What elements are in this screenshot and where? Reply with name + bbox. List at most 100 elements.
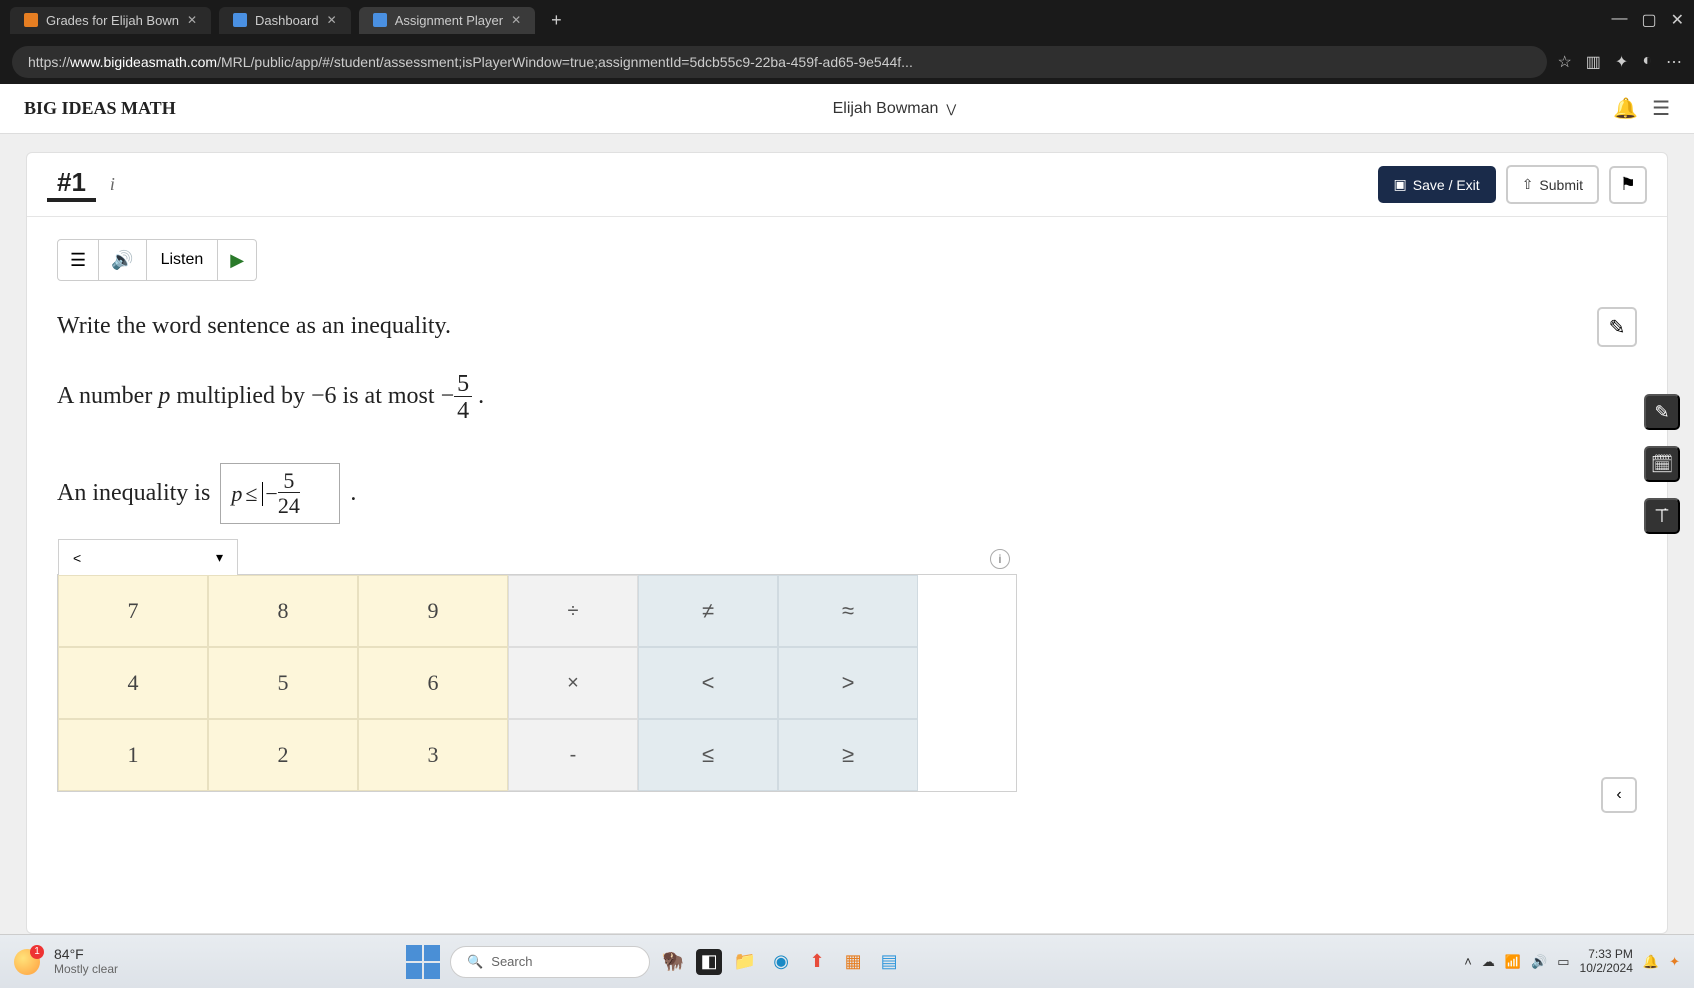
key-le[interactable]: ≤ [638, 719, 778, 791]
key-9[interactable]: 9 [358, 575, 508, 647]
key-5[interactable]: 5 [208, 647, 358, 719]
copilot-icon[interactable]: ✦ [1669, 954, 1680, 970]
tray-chevron-icon[interactable]: ˄ [1464, 954, 1472, 969]
fraction-denominator: 4 [454, 397, 472, 423]
browser-tab-assignment[interactable]: Assignment Player ✕ [359, 7, 535, 34]
flag-button[interactable]: ⚑ [1609, 166, 1647, 204]
key-ge[interactable]: ≥ [778, 719, 918, 791]
keypad-tab[interactable]: < ▾ [58, 539, 238, 575]
close-icon[interactable]: ✕ [327, 13, 337, 27]
battery-icon[interactable]: ▭ [1557, 954, 1569, 970]
key-1[interactable]: 1 [58, 719, 208, 791]
key-6[interactable]: 6 [358, 647, 508, 719]
fraction-denominator: 24 [278, 493, 300, 517]
edge-icon[interactable]: ◉ [768, 949, 794, 975]
taskbar-app-5[interactable]: ▤ [876, 949, 902, 975]
key-ne[interactable]: ≠ [638, 575, 778, 647]
info-icon[interactable]: i [110, 174, 115, 195]
listen-menu-button[interactable]: ☰ [57, 239, 99, 281]
side-tools: ✎ 🗓 ⊤̇ [1644, 394, 1680, 534]
listen-label: Listen [147, 239, 219, 281]
answer-variable: p [231, 483, 242, 505]
key-divide[interactable]: ÷ [508, 575, 638, 647]
search-placeholder: Search [491, 954, 532, 969]
key-lt[interactable]: < [638, 647, 778, 719]
weather-icon[interactable] [14, 949, 40, 975]
question-body: ☰ 🔊 Listen ▶ ✎ Write the word sentence a… [27, 217, 1667, 814]
save-exit-button[interactable]: ▣ Save / Exit [1378, 166, 1496, 203]
key-minus[interactable]: - [508, 719, 638, 791]
key-multiply[interactable]: × [508, 647, 638, 719]
taskbar-app-4[interactable]: ▦ [840, 949, 866, 975]
reader-icon[interactable]: ▥ [1586, 52, 1601, 72]
bell-icon[interactable]: 🔔 [1613, 96, 1638, 121]
tab-icon [24, 13, 38, 27]
menu-icon[interactable]: ⋯ [1666, 52, 1682, 72]
taskbar-search[interactable]: 🔍 Search [450, 946, 650, 978]
app-menu-icon[interactable]: ☰ [1652, 96, 1670, 121]
new-tab-button[interactable]: + [543, 10, 570, 31]
taskbar-app-2[interactable]: ◧ [696, 949, 722, 975]
key-8[interactable]: 8 [208, 575, 358, 647]
answer-relation: ≤ [245, 483, 257, 505]
file-explorer-icon[interactable]: 📁 [732, 949, 758, 975]
listen-toolbar: ☰ 🔊 Listen ▶ [57, 239, 1637, 281]
key-gt[interactable]: > [778, 647, 918, 719]
close-icon[interactable]: ✕ [511, 13, 521, 27]
profile-icon[interactable]: ◐ [1642, 52, 1652, 72]
notification-icon[interactable]: 🔔 [1643, 954, 1659, 970]
scratchpad-button[interactable]: ✎ [1597, 307, 1637, 347]
cloud-icon[interactable]: ☁ [1482, 954, 1495, 970]
url-path: /MRL/public/app/#/student/assessment;isP… [217, 54, 913, 70]
tab-title: Dashboard [255, 13, 319, 28]
wifi-icon[interactable]: 📶 [1505, 954, 1521, 970]
weather-widget[interactable]: 84°F Mostly clear [54, 947, 118, 976]
key-3[interactable]: 3 [358, 719, 508, 791]
close-icon[interactable]: ✕ [187, 13, 197, 27]
key-approx[interactable]: ≈ [778, 575, 918, 647]
key-7[interactable]: 7 [58, 575, 208, 647]
operator-pad: ÷ × - [508, 575, 638, 791]
speaker-button[interactable]: 🔊 [99, 239, 146, 281]
taskbar-app-1[interactable]: 🦬 [660, 949, 686, 975]
url-input[interactable]: https://www.bigideasmath.com/MRL/public/… [12, 46, 1547, 78]
minimize-icon[interactable]: — [1611, 10, 1627, 30]
play-button[interactable]: ▶ [218, 239, 257, 281]
highlighter-tool[interactable]: ✎ [1644, 394, 1680, 430]
browser-tab-grades[interactable]: Grades for Elijah Bown ✕ [10, 7, 211, 34]
maximize-icon[interactable]: ▢ [1641, 10, 1656, 30]
prompt-sign: − [441, 383, 455, 409]
answer-prefix: An inequality is [57, 480, 210, 507]
extensions-icon[interactable]: ✦ [1615, 52, 1628, 72]
content-area: #1 i ▣ Save / Exit ⇧ Submit ⚑ ☰ [0, 134, 1694, 934]
star-icon[interactable]: ☆ [1557, 52, 1571, 72]
start-button[interactable] [406, 945, 440, 979]
relation-pad: ≠ ≈ < > ≤ ≥ [638, 575, 918, 791]
window-close-icon[interactable]: ✕ [1671, 10, 1684, 30]
taskbar-app-3[interactable]: ⬆ [804, 949, 830, 975]
volume-icon[interactable]: 🔊 [1531, 954, 1547, 970]
collapse-keypad-button[interactable]: ‹ [1601, 777, 1637, 813]
user-dropdown[interactable]: Elijah Bowman ⋁ [833, 100, 957, 118]
browser-tab-dashboard[interactable]: Dashboard ✕ [219, 7, 351, 34]
chevron-down-icon: ▾ [216, 549, 223, 566]
answer-row: An inequality is p ≤ − 524 . [57, 463, 1637, 524]
math-keypad: < ▾ i 7 8 9 4 5 6 1 2 3 ÷ × [57, 574, 1017, 792]
question-number[interactable]: #1 [47, 167, 96, 202]
prompt-line-1: Write the word sentence as an inequality… [57, 305, 1637, 348]
key-2[interactable]: 2 [208, 719, 358, 791]
brand-logo[interactable]: BIG IDEAS MATH [24, 98, 176, 119]
clock[interactable]: 7:33 PM 10/2/2024 [1580, 948, 1633, 974]
submit-button[interactable]: ⇧ Submit [1506, 165, 1599, 204]
answer-input[interactable]: p ≤ − 524 [220, 463, 340, 524]
question-nav: #1 i ▣ Save / Exit ⇧ Submit ⚑ [27, 153, 1667, 217]
accessibility-tool[interactable]: ⊤̇ [1644, 498, 1680, 534]
keypad-info-icon[interactable]: i [990, 549, 1010, 569]
notes-tool[interactable]: 🗓 [1644, 446, 1680, 482]
submit-label: Submit [1539, 177, 1583, 193]
prompt-text: is at most [337, 383, 441, 409]
address-bar: https://www.bigideasmath.com/MRL/public/… [0, 40, 1694, 84]
weather-condition: Mostly clear [54, 963, 118, 976]
upload-icon: ⇧ [1522, 176, 1534, 193]
key-4[interactable]: 4 [58, 647, 208, 719]
